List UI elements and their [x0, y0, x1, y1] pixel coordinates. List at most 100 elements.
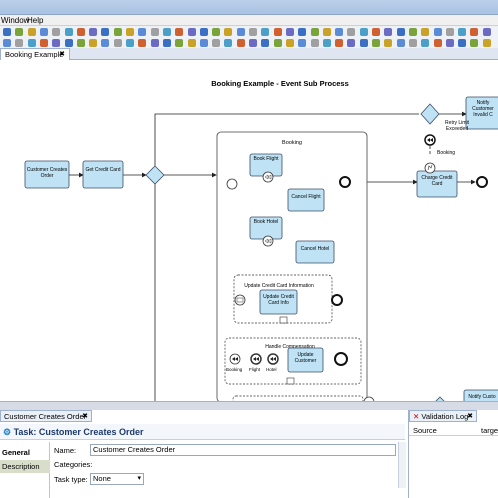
toolbar-button-icon[interactable]	[408, 39, 417, 47]
column-target[interactable]: target	[481, 426, 498, 435]
toolbar-button-icon[interactable]	[64, 39, 73, 47]
close-icon[interactable]: ✖	[467, 411, 473, 422]
toolbar-button-icon[interactable]	[76, 39, 85, 47]
task-type-select[interactable]: None ▾	[90, 473, 144, 485]
toolbar-button-icon[interactable]	[335, 39, 344, 47]
toolbar-button-icon[interactable]	[101, 28, 110, 36]
toolbar-button-icon[interactable]	[39, 39, 48, 47]
toolbar-button-icon[interactable]	[224, 39, 233, 47]
gateway-exclusive[interactable]	[145, 165, 165, 185]
section-general[interactable]: General	[0, 446, 50, 459]
column-source[interactable]: Source	[413, 426, 437, 435]
toolbar-button-icon[interactable]	[126, 28, 134, 36]
diagram-canvas[interactable]: Booking Example - Event Sub Process Book…	[0, 60, 498, 402]
toolbar-button-icon[interactable]	[89, 39, 98, 47]
toolbar-button-icon[interactable]	[396, 28, 405, 36]
start-event-message[interactable]	[234, 294, 246, 306]
toolbar-button-icon[interactable]	[138, 39, 147, 47]
toolbar-button-icon[interactable]	[433, 39, 442, 47]
boundary-error-event[interactable]	[424, 162, 436, 174]
editor-tab-booking-example[interactable]: Booking Example ✖	[0, 48, 70, 60]
end-event[interactable]	[476, 176, 488, 188]
section-description[interactable]: Description	[0, 460, 50, 473]
toolbar-button-icon[interactable]	[3, 28, 11, 36]
toolbar-button-icon[interactable]	[236, 39, 245, 47]
toolbar-button-icon[interactable]	[126, 39, 134, 47]
toolbar-button-icon[interactable]	[3, 39, 11, 47]
toolbar-button-icon[interactable]	[458, 28, 467, 36]
toolbar-button-icon[interactable]	[187, 28, 196, 36]
toolbar-button-icon[interactable]	[175, 28, 184, 36]
toolbar-button-icon[interactable]	[285, 28, 294, 36]
toolbar-button-icon[interactable]	[359, 39, 368, 47]
toolbar-button-icon[interactable]	[445, 39, 454, 47]
toolbar-button-icon[interactable]	[372, 28, 380, 36]
name-field[interactable]: Customer Creates Order	[90, 444, 396, 456]
toolbar-button-icon[interactable]	[150, 39, 159, 47]
toolbar-button-icon[interactable]	[310, 28, 319, 36]
toolbar-button-icon[interactable]	[138, 28, 147, 36]
toolbar-button-icon[interactable]	[470, 28, 479, 36]
toolbar-button-icon[interactable]	[458, 39, 467, 47]
toolbar-button-icon[interactable]	[27, 28, 36, 36]
collapse-icon[interactable]	[279, 316, 288, 324]
end-event[interactable]	[334, 352, 348, 366]
toolbar-button-icon[interactable]	[298, 39, 307, 47]
collapse-icon[interactable]	[286, 377, 295, 385]
toolbar-button-icon[interactable]	[482, 28, 491, 36]
toolbar-button-icon[interactable]	[322, 28, 331, 36]
toolbar-button-icon[interactable]	[372, 39, 380, 47]
toolbar-button-icon[interactable]	[39, 28, 48, 36]
toolbar-button-icon[interactable]	[298, 28, 307, 36]
toolbar-button-icon[interactable]	[384, 39, 393, 47]
toolbar-button-icon[interactable]	[384, 28, 393, 36]
toolbar-button-icon[interactable]	[175, 39, 184, 47]
toolbar-button-icon[interactable]	[445, 28, 454, 36]
end-event[interactable]	[339, 176, 351, 188]
toolbar-button-icon[interactable]	[187, 39, 196, 47]
toolbar-button-icon[interactable]	[482, 39, 491, 47]
start-event[interactable]	[226, 178, 238, 190]
toolbar-button-icon[interactable]	[261, 39, 270, 47]
toolbar-button-icon[interactable]	[113, 39, 122, 47]
toolbar-button-icon[interactable]	[408, 28, 417, 36]
toolbar-button-icon[interactable]	[212, 28, 221, 36]
toolbar-button-icon[interactable]	[199, 28, 208, 36]
properties-scrollbar[interactable]	[398, 442, 406, 488]
toolbar-button-icon[interactable]	[359, 28, 368, 36]
toolbar-button-icon[interactable]	[101, 39, 110, 47]
toolbar-button-icon[interactable]	[396, 39, 405, 47]
toolbar-button-icon[interactable]	[199, 39, 208, 47]
toolbar-button-icon[interactable]	[76, 28, 85, 36]
toolbar-button-icon[interactable]	[15, 39, 24, 47]
toolbar-button-icon[interactable]	[421, 28, 430, 36]
toolbar-button-icon[interactable]	[212, 39, 221, 47]
toolbar-button-icon[interactable]	[15, 28, 24, 36]
toolbar-button-icon[interactable]	[261, 28, 270, 36]
toolbar-button-icon[interactable]	[470, 39, 479, 47]
toolbar-button-icon[interactable]	[52, 28, 61, 36]
toolbar-button-icon[interactable]	[27, 39, 36, 47]
toolbar-button-icon[interactable]	[64, 28, 73, 36]
toolbar-button-icon[interactable]	[249, 39, 257, 47]
toolbar-button-icon[interactable]	[273, 39, 282, 47]
gateway-bottom[interactable]	[431, 396, 449, 402]
toolbar-button-icon[interactable]	[150, 28, 159, 36]
properties-tab[interactable]: Customer Creates Order ✖	[0, 410, 92, 422]
toolbar-button-icon[interactable]	[236, 28, 245, 36]
gateway-retry[interactable]	[420, 103, 440, 125]
toolbar-button-icon[interactable]	[285, 39, 294, 47]
validation-log-tab[interactable]: ✕ Validation Log ✖	[409, 410, 477, 422]
toolbar-button-icon[interactable]	[347, 39, 356, 47]
menu-help[interactable]: Help	[27, 16, 43, 25]
toolbar-button-icon[interactable]	[322, 39, 331, 47]
toolbar-button-icon[interactable]	[162, 28, 171, 36]
toolbar-button-icon[interactable]	[433, 28, 442, 36]
close-icon[interactable]: ✖	[59, 49, 65, 60]
toolbar-button-icon[interactable]	[162, 39, 171, 47]
toolbar-button-icon[interactable]	[421, 39, 430, 47]
toolbar-button-icon[interactable]	[113, 28, 122, 36]
toolbar-button-icon[interactable]	[249, 28, 257, 36]
menu-window[interactable]: Window	[1, 16, 29, 25]
end-event[interactable]	[331, 294, 343, 306]
